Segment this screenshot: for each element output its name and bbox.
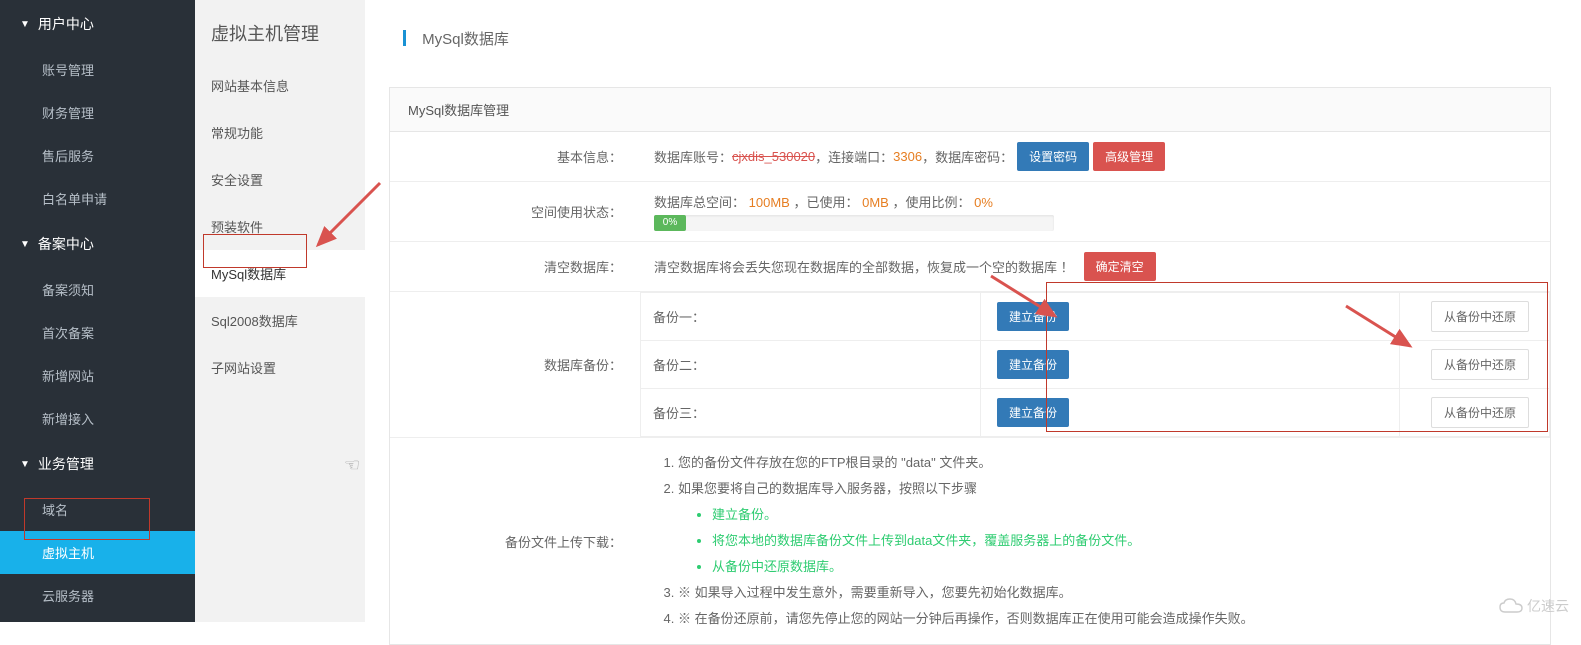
primary-sidebar: ▼ 用户中心 账号管理 财务管理 售后服务 白名单申请 ▼ 备案中心 备案须知 … <box>0 0 195 622</box>
tip-sub-item: 建立备份。 <box>712 502 1534 528</box>
breadcrumb: MySql数据库 <box>385 0 1555 67</box>
ratio-value: 0% <box>974 195 993 210</box>
sidebar-item-new-site[interactable]: 新增网站 <box>0 354 195 397</box>
progress-bar-fill: 0% <box>654 215 686 231</box>
set-password-button[interactable]: 设置密码 <box>1017 142 1089 171</box>
cloud-icon <box>1499 598 1523 614</box>
row-backup: 数据库备份： 备份一： 建立备份 从备份中还原 备份二： 建立备份 从备份中还原 <box>390 292 1550 438</box>
sidebar-item-first-beian[interactable]: 首次备案 <box>0 311 195 354</box>
row-label: 空间使用状态： <box>390 182 640 241</box>
row-label: 备份文件上传下载： <box>390 438 640 644</box>
tip-item: 您的备份文件存放在您的FTP根目录的 "data" 文件夹。 <box>678 450 1534 476</box>
sidebar2-item-general[interactable]: 常规功能 <box>195 109 365 156</box>
sidebar-item-whitelist-apply[interactable]: 白名单申请 <box>0 177 195 220</box>
row-basic-info: 基本信息： 数据库账号： cjxdis_530020 ，连接端口： 3306 ，… <box>390 132 1550 182</box>
sidebar-item-cloud-server[interactable]: 云服务器 <box>0 574 195 617</box>
caret-down-icon: ▼ <box>20 19 30 30</box>
table-row: 备份一： 建立备份 从备份中还原 <box>641 293 1550 341</box>
caret-down-icon: ▼ <box>20 459 30 470</box>
tip-sub-item: 将您本地的数据库备份文件上传到data文件夹，覆盖服务器上的备份文件。 <box>712 528 1534 554</box>
clear-warning: 清空数据库将会丢失您现在数据库的全部数据，恢复成一个空的数据库 ！ <box>654 257 1074 276</box>
table-row: 备份三： 建立备份 从备份中还原 <box>641 389 1550 437</box>
row-space-usage: 空间使用状态： 数据库总空间： 100MB ，已使用： 0MB ，使用比例： 0… <box>390 182 1550 242</box>
total-space-value: 100MB <box>749 195 790 210</box>
sidebar2-item-subsite[interactable]: 子网站设置 <box>195 344 365 391</box>
pointer-icon: ☜ <box>344 455 360 476</box>
watermark: 亿速云 <box>1499 596 1569 616</box>
confirm-clear-button[interactable]: 确定清空 <box>1084 252 1156 281</box>
row-content: 数据库账号： cjxdis_530020 ，连接端口： 3306 ，数据库密码：… <box>640 132 1550 181</box>
backup-table: 备份一： 建立备份 从备份中还原 备份二： 建立备份 从备份中还原 备份三： 建… <box>640 292 1550 437</box>
sidebar-group-label: 备案中心 <box>38 234 94 254</box>
row-label: 基本信息： <box>390 132 640 181</box>
secondary-sidebar-title: 虚拟主机管理 <box>195 0 365 62</box>
sidebar2-item-mysql[interactable]: MySql数据库 <box>195 250 365 297</box>
used-space-label: ，已使用： <box>793 195 858 210</box>
sidebar-group-user-center[interactable]: ▼ 用户中心 <box>0 0 195 48</box>
sidebar2-item-preinstall[interactable]: 预装软件 <box>195 203 365 250</box>
db-pwd-label: ，数据库密码： <box>922 147 1013 166</box>
create-backup-button[interactable]: 建立备份 <box>997 350 1069 379</box>
used-space-value: 0MB <box>862 195 889 210</box>
row-content: 备份一： 建立备份 从备份中还原 备份二： 建立备份 从备份中还原 备份三： 建… <box>640 292 1550 437</box>
tip-item: 如果您要将自己的数据库导入服务器，按照以下步骤 建立备份。 将您本地的数据库备份… <box>678 476 1534 580</box>
secondary-sidebar: 虚拟主机管理 网站基本信息 常规功能 安全设置 预装软件 MySql数据库 Sq… <box>195 0 365 622</box>
advanced-manage-button[interactable]: 高级管理 <box>1093 142 1165 171</box>
row-label: 数据库备份： <box>390 292 640 437</box>
sidebar-group-label: 业务管理 <box>38 454 94 474</box>
db-account-value: cjxdis_530020 <box>732 149 815 164</box>
row-content: 您的备份文件存放在您的FTP根目录的 "data" 文件夹。 如果您要将自己的数… <box>640 438 1550 644</box>
row-backup-tips: 备份文件上传下载： 您的备份文件存放在您的FTP根目录的 "data" 文件夹。… <box>390 438 1550 644</box>
sidebar-item-finance-mgmt[interactable]: 财务管理 <box>0 91 195 134</box>
backup-slot-label: 备份二： <box>641 341 981 389</box>
total-space-label: 数据库总空间： <box>654 195 745 210</box>
mysql-panel: MySql数据库管理 基本信息： 数据库账号： cjxdis_530020 ，连… <box>389 87 1551 645</box>
db-account-label: 数据库账号： <box>654 147 732 166</box>
table-row: 备份二： 建立备份 从备份中还原 <box>641 341 1550 389</box>
sidebar2-item-site-info[interactable]: 网站基本信息 <box>195 62 365 109</box>
sidebar-item-new-access[interactable]: 新增接入 <box>0 397 195 440</box>
sidebar-item-vhost[interactable]: 虚拟主机 <box>0 531 195 574</box>
sidebar-item-account-mgmt[interactable]: 账号管理 <box>0 48 195 91</box>
sidebar-group-label: 用户中心 <box>38 14 94 34</box>
tip-sub-item: 从备份中还原数据库。 <box>712 554 1534 580</box>
progress-bar-track: 0% <box>654 215 1054 231</box>
create-backup-button[interactable]: 建立备份 <box>997 302 1069 331</box>
db-port-value: 3306 <box>893 149 922 164</box>
accent-bar-icon <box>403 30 406 46</box>
row-content: 清空数据库将会丢失您现在数据库的全部数据，恢复成一个空的数据库 ！ 确定清空 <box>640 242 1550 291</box>
db-port-label: ，连接端口： <box>815 147 893 166</box>
sidebar2-item-security[interactable]: 安全设置 <box>195 156 365 203</box>
create-backup-button[interactable]: 建立备份 <box>997 398 1069 427</box>
caret-down-icon: ▼ <box>20 239 30 250</box>
sidebar-item-beian-notice[interactable]: 备案须知 <box>0 268 195 311</box>
restore-backup-button[interactable]: 从备份中还原 <box>1431 301 1529 332</box>
row-label: 清空数据库： <box>390 242 640 291</box>
sidebar-group-beian[interactable]: ▼ 备案中心 <box>0 220 195 268</box>
panel-title: MySql数据库管理 <box>390 88 1550 132</box>
backup-slot-label: 备份三： <box>641 389 981 437</box>
row-content: 数据库总空间： 100MB ，已使用： 0MB ，使用比例： 0% 0% <box>640 182 1550 241</box>
restore-backup-button[interactable]: 从备份中还原 <box>1431 397 1529 428</box>
sidebar-item-after-sales[interactable]: 售后服务 <box>0 134 195 177</box>
main-content: MySql数据库 MySql数据库管理 基本信息： 数据库账号： cjxdis_… <box>385 0 1555 622</box>
sidebar2-item-sql2008[interactable]: Sql2008数据库 <box>195 297 365 344</box>
tip-item: ※ 如果导入过程中发生意外，需要重新导入，您要先初始化数据库。 <box>678 580 1534 606</box>
breadcrumb-text: MySql数据库 <box>422 31 509 48</box>
restore-backup-button[interactable]: 从备份中还原 <box>1431 349 1529 380</box>
sidebar-item-domain[interactable]: 域名 <box>0 488 195 531</box>
ratio-label: ，使用比例： <box>892 195 970 210</box>
watermark-text: 亿速云 <box>1527 596 1569 616</box>
sidebar-group-business[interactable]: ▼ 业务管理 <box>0 440 195 488</box>
row-clear-db: 清空数据库： 清空数据库将会丢失您现在数据库的全部数据，恢复成一个空的数据库 ！… <box>390 242 1550 292</box>
backup-slot-label: 备份一： <box>641 293 981 341</box>
tip-item: ※ 在备份还原前，请您先停止您的网站一分钟后再操作，否则数据库正在使用可能会造成… <box>678 606 1534 632</box>
